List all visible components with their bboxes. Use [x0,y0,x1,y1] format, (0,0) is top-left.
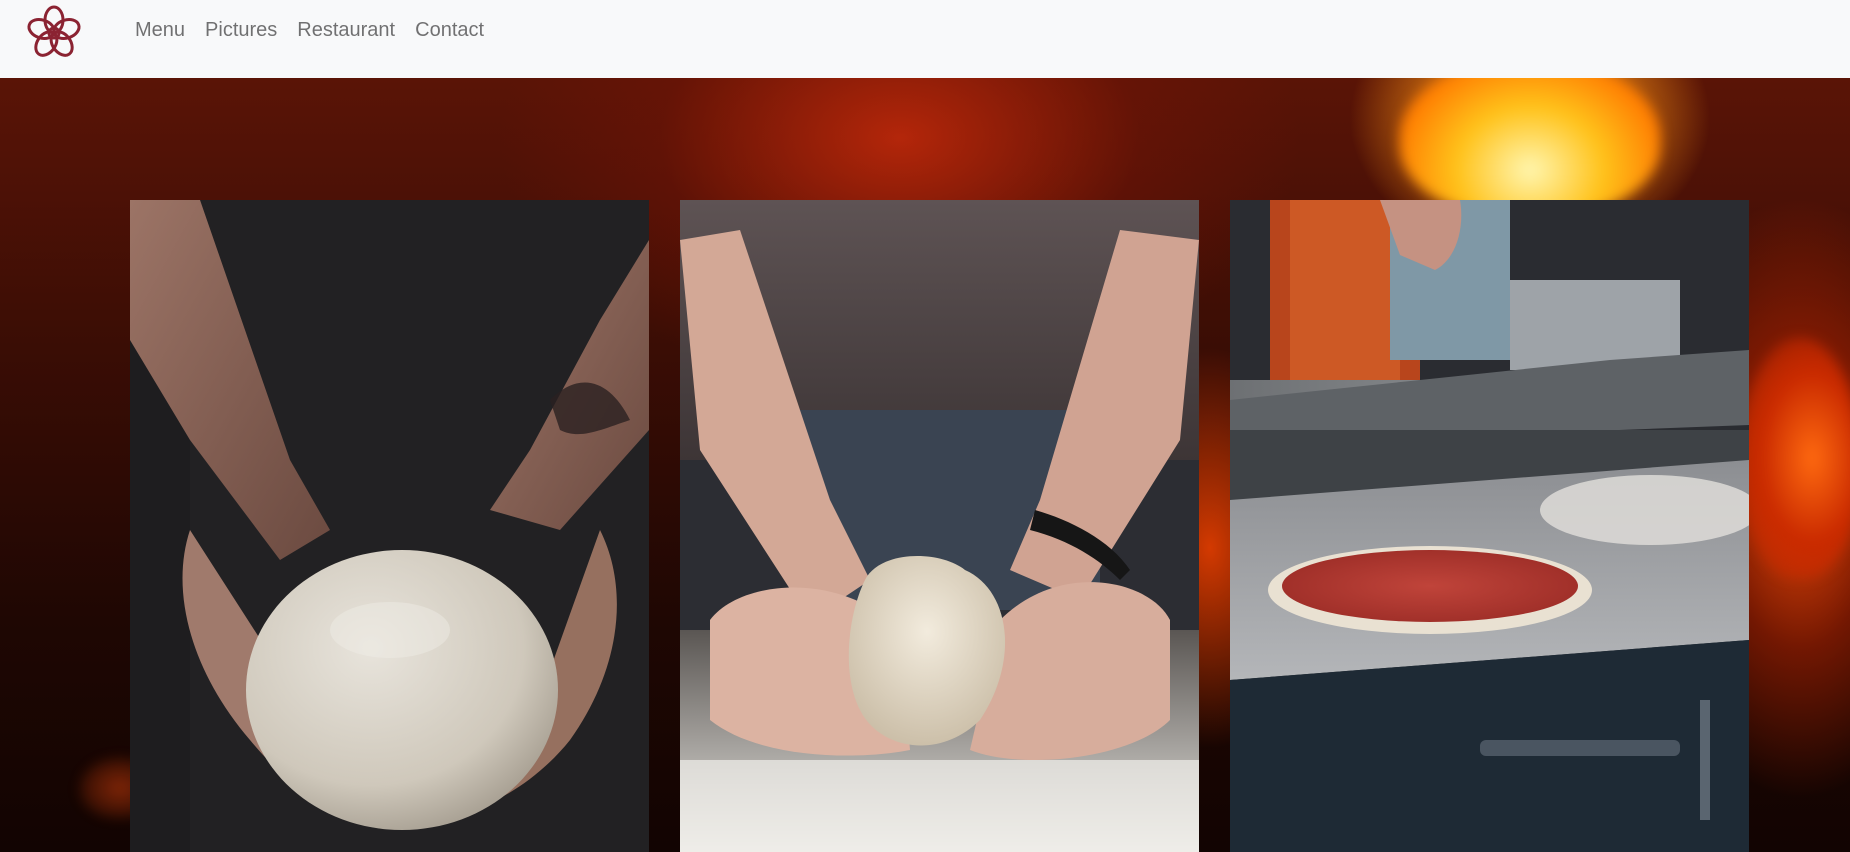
nav-links: Menu Pictures Restaurant Contact [135,0,504,60]
flower-logo-icon[interactable] [24,3,84,63]
nav-link-contact[interactable]: Contact [415,19,484,42]
pizza-base-on-counter-image [1230,200,1749,852]
ember-glow-decoration [1740,338,1850,578]
hands-kneading-dough-image [680,200,1199,852]
fire-glow-decoration [1400,78,1660,218]
top-navbar: Menu Pictures Restaurant Contact [0,0,1850,78]
nav-link-pictures[interactable]: Pictures [205,19,277,42]
hands-holding-dough-ball-image [130,200,649,852]
nav-link-menu[interactable]: Menu [135,19,185,42]
nav-link-restaurant[interactable]: Restaurant [297,19,395,42]
